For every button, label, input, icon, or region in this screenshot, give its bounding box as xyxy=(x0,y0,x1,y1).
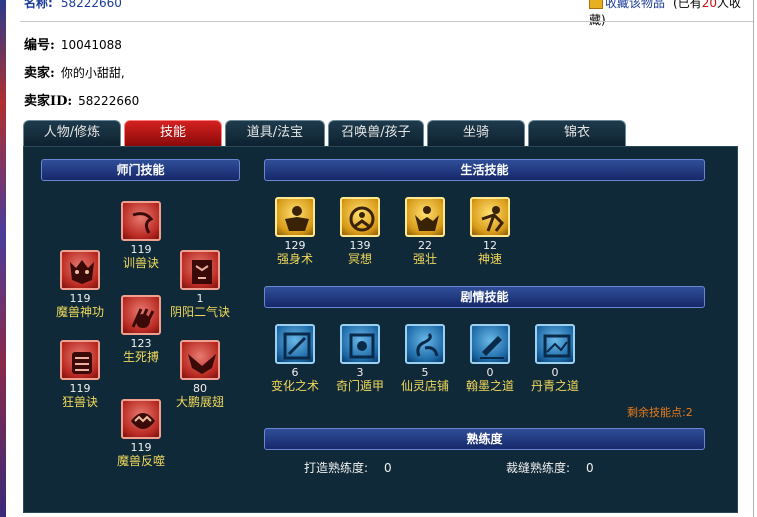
name-value: 58222660 xyxy=(60,0,122,10)
skill-painting[interactable]: 0 丹青之道 xyxy=(515,324,595,394)
skills-panel: 师门技能 生活技能 剧情技能 熟练度 119 训兽诀 119 魔兽神功 1 阴阳… xyxy=(23,146,738,513)
transform-icon xyxy=(275,324,315,364)
forge-proficiency: 打造熟练度: 0 xyxy=(304,461,392,475)
seller-id-row: 卖家ID: 58222660 xyxy=(24,90,139,109)
shop-icon xyxy=(405,324,445,364)
top-divider xyxy=(20,21,753,22)
seller-row: 卖家: 你的小甜甜, xyxy=(24,62,125,81)
rune-icon xyxy=(340,324,380,364)
favorite-area: 收藏该物品 (已有20人收藏) xyxy=(589,0,754,28)
life-skills-header: 生活技能 xyxy=(264,159,705,181)
beast-face-icon xyxy=(60,340,100,380)
tab-skills[interactable]: 技能 xyxy=(124,120,222,146)
wings-icon xyxy=(180,340,220,380)
claw-icon xyxy=(121,295,161,335)
tab-costume[interactable]: 锦衣 xyxy=(528,120,626,146)
left-decor-strip xyxy=(0,0,6,517)
skill-beast-backlash[interactable]: 119 魔兽反噬 xyxy=(101,399,181,469)
yinyang-mask-icon xyxy=(180,250,220,290)
story-skills-header: 剧情技能 xyxy=(264,286,705,308)
seller-label: 卖家: xyxy=(24,66,55,81)
muscle-icon xyxy=(405,197,445,237)
strong-body-icon xyxy=(275,197,315,237)
top-info-row: 名称: 58222660 收藏该物品 (已有20人收藏) xyxy=(24,0,754,27)
proficiency-header: 熟练度 xyxy=(264,428,705,450)
tailor-proficiency: 裁缝熟练度: 0 xyxy=(506,461,594,475)
favorite-icon[interactable] xyxy=(589,0,603,9)
speed-icon xyxy=(470,197,510,237)
ink-icon xyxy=(470,324,510,364)
id-value: 10041088 xyxy=(60,38,122,52)
tab-character[interactable]: 人物/修炼 xyxy=(23,120,121,146)
school-skills-header: 师门技能 xyxy=(41,159,240,181)
right-border xyxy=(753,0,754,517)
tab-items[interactable]: 道具/法宝 xyxy=(225,120,325,146)
seller-value: 你的小甜甜, xyxy=(60,66,125,80)
tab-summons[interactable]: 召唤兽/孩子 xyxy=(328,120,424,146)
remaining-skill-points: 剩余技能点:2 xyxy=(627,406,693,419)
meditation-icon xyxy=(340,197,380,237)
painting-icon xyxy=(535,324,575,364)
whip-icon xyxy=(121,201,161,241)
name-label: 名称: 58222660 xyxy=(24,0,122,11)
bite-icon xyxy=(121,399,161,439)
tab-mount[interactable]: 坐骑 xyxy=(427,120,525,146)
favorite-link[interactable]: 收藏该物品 xyxy=(605,0,665,10)
id-row: 编号: 10041088 xyxy=(24,34,122,53)
seller-id-label: 卖家ID: xyxy=(24,94,73,109)
seller-id-value: 58222660 xyxy=(78,94,140,108)
demon-beast-icon xyxy=(60,250,100,290)
skill-god-speed[interactable]: 12 神速 xyxy=(450,197,530,267)
id-label: 编号: xyxy=(24,38,55,53)
